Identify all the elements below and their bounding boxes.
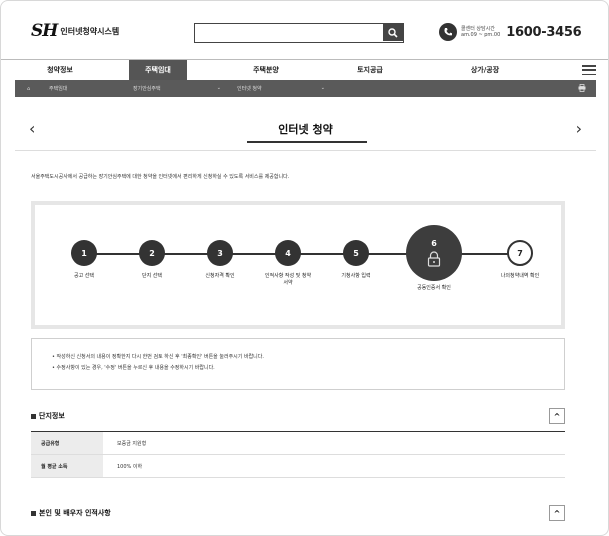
step-label: 기청사항 입력	[341, 273, 371, 279]
step-label: 나의청약내역 확인	[500, 273, 540, 279]
collapse-toggle-button[interactable]: ^	[549, 408, 565, 424]
step-2: 2 단지 선택	[122, 240, 182, 280]
progress-steps-inner: 1 공고 선택 2 단지 선택 3 신청자격 확인 4 인적사항 작성 및 청약…	[35, 205, 561, 325]
intro-text: 서울주택도시공사에서 공급하는 장기안심주택에 대한 청약을 인터넷에서 편리하…	[31, 174, 290, 180]
step-circle: 4	[275, 240, 301, 266]
step-circle: 1	[71, 240, 97, 266]
progress-steps: 1 공고 선택 2 단지 선택 3 신청자격 확인 4 인적사항 작성 및 청약…	[31, 201, 565, 329]
table-row: 공급유형 보증금 지원형	[31, 432, 565, 455]
step-label: 공동인증서 확인	[417, 285, 451, 291]
step-6-current: 6 공동인증서 확인	[404, 225, 464, 292]
page-frame: SH 인터넷청약시스템 콜센터 상담시간 am.09 ~ pm.00 1600-…	[0, 0, 609, 536]
phone-icon	[439, 23, 457, 41]
nav-item-housing-sale[interactable]: 주택분양	[207, 60, 325, 80]
step-label: 신청자격 확인	[205, 273, 235, 279]
next-arrow-icon[interactable]: ›	[576, 119, 582, 138]
section-title: 본인 및 배우자 인적사항	[39, 509, 111, 517]
logo-mark: SH	[31, 21, 58, 41]
nav-item-housing-rental[interactable]: 주택임대	[129, 60, 187, 80]
step-4: 4 인적사항 작성 및 청약서약	[258, 240, 318, 287]
step-number: 6	[431, 239, 437, 248]
section-title: 단지정보	[39, 412, 65, 420]
row-key: 공급유형	[31, 432, 103, 454]
search-button[interactable]	[383, 24, 403, 41]
lock-icon	[427, 251, 441, 267]
breadcrumb: ⌂ 주택임대 장기안심주택 ⌄ 인터넷 청약 ⌄	[15, 80, 596, 97]
nav-item-subscription-info[interactable]: 청약정보	[1, 60, 119, 80]
step-7: 7 나의청약내역 확인	[490, 240, 550, 280]
section-bullet	[31, 510, 36, 516]
section-bullet	[31, 413, 36, 419]
step-label: 단지 선택	[142, 273, 162, 279]
step-circle: 6	[406, 225, 462, 281]
divider	[15, 150, 596, 151]
step-circle: 7	[507, 240, 533, 266]
chevron-down-icon: ⌄	[216, 85, 221, 91]
step-label: 인적사항 작성 및 청약서약	[264, 273, 312, 286]
notice-line: • 수정사항이 있는 경우, '수정' 버튼을 누르신 후 내용을 수정하시기 …	[52, 365, 215, 371]
title-underline	[247, 141, 367, 143]
notice-box: • 작성하신 신청서의 내용이 정확한지 다시 한번 검토 하신 후 '최종확인…	[31, 338, 565, 390]
site-logo[interactable]: SH 인터넷청약시스템	[31, 21, 119, 41]
call-center: 콜센터 상담시간 am.09 ~ pm.00 1600-3456	[439, 23, 582, 41]
step-1: 1 공고 선택	[54, 240, 114, 280]
row-value: 보증금 지원형	[117, 440, 147, 447]
nav-item-land-supply[interactable]: 토지공급	[325, 60, 415, 80]
row-value: 100% 이하	[117, 463, 143, 470]
phone-number: 1600-3456	[506, 24, 582, 40]
search-input[interactable]	[195, 24, 381, 40]
search-box	[194, 23, 404, 43]
page-title: 인터넷 청약	[278, 123, 333, 136]
step-3: 3 신청자격 확인	[190, 240, 250, 280]
call-hours-time: am.09 ~ pm.00	[461, 32, 501, 38]
search-icon	[388, 27, 398, 38]
step-label: 공고 선택	[74, 273, 94, 279]
main-nav: 청약정보 주택임대 주택분양 토지공급 상가/공장	[1, 59, 608, 80]
step-circle: 3	[207, 240, 233, 266]
chevron-down-icon: ⌄	[320, 85, 325, 91]
logo-text: 인터넷청약시스템	[60, 26, 120, 36]
home-icon[interactable]: ⌂	[27, 86, 49, 92]
menu-icon[interactable]	[582, 63, 596, 77]
section-complex-info: 단지정보 ^	[31, 407, 565, 425]
breadcrumb-level2[interactable]: 장기안심주택 ⌄	[133, 85, 237, 92]
breadcrumb-level1[interactable]: 주택임대	[49, 85, 133, 92]
collapse-toggle-button[interactable]: ^	[549, 505, 565, 521]
step-circle: 5	[343, 240, 369, 266]
step-5: 5 기청사항 입력	[326, 240, 386, 280]
breadcrumb-level3[interactable]: 인터넷 청약 ⌄	[237, 85, 341, 92]
call-hours: 콜센터 상담시간 am.09 ~ pm.00	[461, 26, 500, 38]
complex-info-table: 공급유형 보증금 지원형 월 평균 소득 100% 이하	[31, 431, 565, 478]
step-circle: 2	[139, 240, 165, 266]
table-row: 월 평균 소득 100% 이하	[31, 455, 565, 478]
print-icon[interactable]	[578, 84, 586, 94]
notice-line: • 작성하신 신청서의 내용이 정확한지 다시 한번 검토 하신 후 '최종확인…	[52, 354, 264, 360]
nav-item-commercial[interactable]: 상가/공장	[425, 60, 545, 80]
section-person-info: 본인 및 배우자 인적사항 ^	[31, 504, 565, 522]
site-header: SH 인터넷청약시스템 콜센터 상담시간 am.09 ~ pm.00 1600-…	[1, 1, 608, 59]
page-title-bar: ‹ 인터넷 청약 ›	[15, 111, 596, 151]
row-key: 월 평균 소득	[31, 455, 103, 477]
